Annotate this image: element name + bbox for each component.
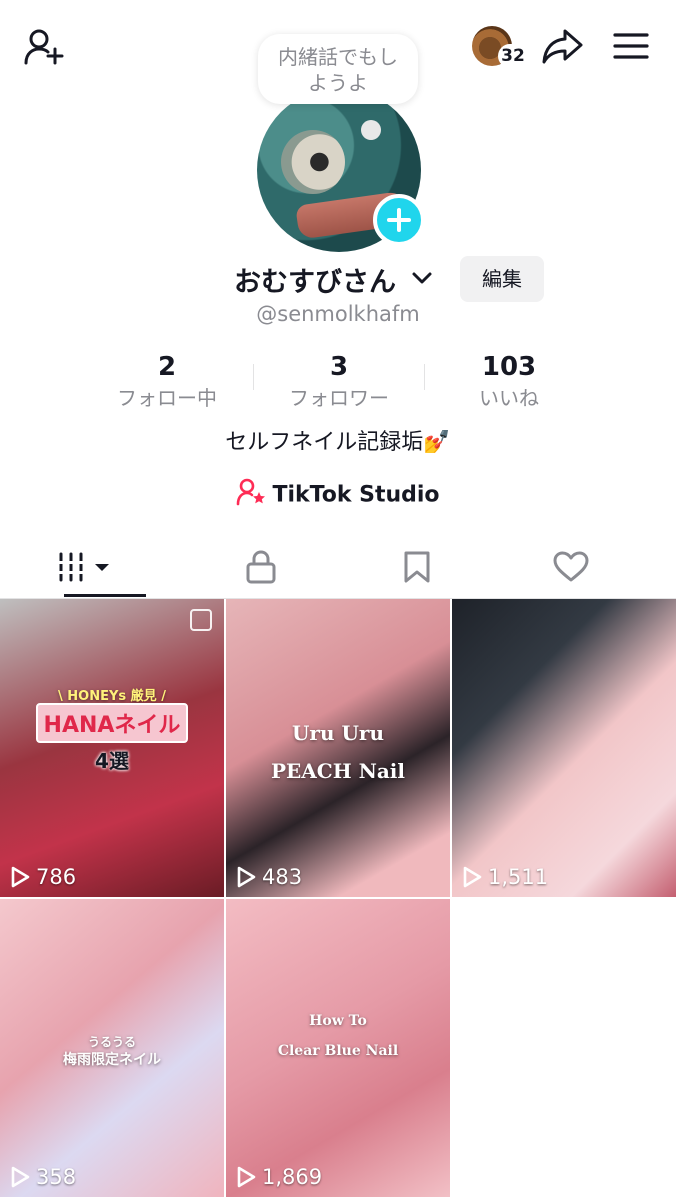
view-count-value: 483: [262, 865, 303, 889]
tab-videos[interactable]: [0, 536, 169, 598]
display-name[interactable]: おむすびさん: [234, 260, 396, 299]
video-overlay-text: うるうる: [87, 1035, 136, 1049]
video-overlay-text: Clear Blue Nail: [277, 1043, 399, 1059]
play-icon: [237, 1166, 256, 1188]
video-overlay-text: HANAネイル: [36, 703, 188, 743]
video-thumbnail[interactable]: 1,511: [452, 599, 676, 897]
tab-saved[interactable]: [332, 536, 501, 598]
stat-label: フォロワー: [289, 386, 389, 410]
chevron-down-icon[interactable]: [411, 270, 433, 289]
view-count: 358: [10, 1163, 76, 1191]
video-overlay-text: PEACH Nail: [270, 759, 405, 783]
view-count-value: 1,869: [262, 1165, 323, 1189]
stat-following[interactable]: 2 フォロー中: [82, 350, 252, 412]
tiktok-studio-link[interactable]: TikTok Studio: [0, 478, 676, 514]
video-thumbnail[interactable]: How To Clear Blue Nail 1,869: [226, 899, 450, 1197]
stat-likes[interactable]: 103 いいね: [424, 350, 594, 412]
tab-liked[interactable]: [486, 536, 655, 598]
video-overlay-text: 梅雨限定ネイル: [63, 1052, 161, 1068]
videos-grid-icon: [57, 552, 109, 582]
avatar-eye: [281, 130, 345, 194]
pinned-multi-icon: [190, 609, 212, 631]
stat-label: フォロー中: [117, 386, 217, 410]
username-handle: @senmolkhafm: [256, 302, 420, 326]
view-count-value: 786: [36, 865, 77, 889]
profile-bio: セルフネイル記録垢💅: [225, 430, 451, 455]
share-icon[interactable]: [540, 26, 584, 66]
edit-profile-button[interactable]: 編集: [460, 256, 544, 302]
play-icon: [11, 866, 30, 888]
view-count-value: 358: [36, 1165, 77, 1189]
stat-value: 2: [157, 352, 177, 382]
stat-followers[interactable]: 3 フォロワー: [254, 350, 424, 412]
video-grid: \ HONEYs 厳見 / HANAネイル 4選 786 Uru Uru PEA…: [0, 599, 676, 1200]
name-row: おむすびさん 編集: [0, 256, 676, 302]
video-thumbnail[interactable]: うるうる 梅雨限定ネイル 358: [0, 899, 224, 1197]
video-thumbnail[interactable]: Uru Uru PEACH Nail 483: [226, 599, 450, 897]
stat-value: 103: [481, 352, 537, 382]
content-tabs: [0, 536, 676, 598]
profile-stats: 2 フォロー中 3 フォロワー 103 いいね: [0, 350, 676, 414]
play-icon: [463, 866, 482, 888]
video-thumbnail[interactable]: \ HONEYs 厳見 / HANAネイル 4選 786: [0, 599, 224, 897]
video-overlay-text: Uru Uru: [291, 721, 384, 745]
heart-icon: [553, 551, 588, 582]
stat-value: 3: [329, 352, 349, 382]
note-line-1: 内緒話でもし: [278, 45, 398, 69]
note-bubble[interactable]: 内緒話でもし ようよ: [258, 34, 418, 104]
friends-avatar-button[interactable]: 32: [472, 26, 528, 70]
menu-icon[interactable]: [610, 28, 652, 64]
view-count: 1,869: [236, 1163, 322, 1191]
stat-label: いいね: [479, 386, 539, 410]
lock-icon: [246, 550, 275, 584]
active-tab-indicator: [64, 594, 146, 597]
view-count: 1,511: [462, 863, 548, 891]
view-count-value: 1,511: [488, 865, 549, 889]
view-count: 483: [236, 863, 302, 891]
friend-count-badge: 32: [498, 44, 528, 68]
add-story-button[interactable]: [373, 194, 425, 246]
tab-private[interactable]: [176, 536, 345, 598]
play-icon: [237, 866, 256, 888]
studio-icon: [236, 478, 266, 512]
play-icon: [11, 1166, 30, 1188]
profile-avatar-wrapper: [257, 88, 425, 252]
bookmark-icon: [404, 551, 429, 583]
avatar-eye-highlight: [361, 120, 381, 140]
view-count: 786: [10, 863, 76, 891]
video-overlay-text: How To: [309, 1013, 367, 1029]
add-friend-icon[interactable]: [22, 26, 66, 68]
note-line-2: ようよ: [308, 71, 368, 95]
studio-label: TikTok Studio: [272, 482, 440, 508]
plus-icon: [387, 208, 411, 232]
video-overlay-text: \ HONEYs 厳見 /: [58, 689, 166, 704]
video-overlay-text: 4選: [95, 749, 129, 773]
